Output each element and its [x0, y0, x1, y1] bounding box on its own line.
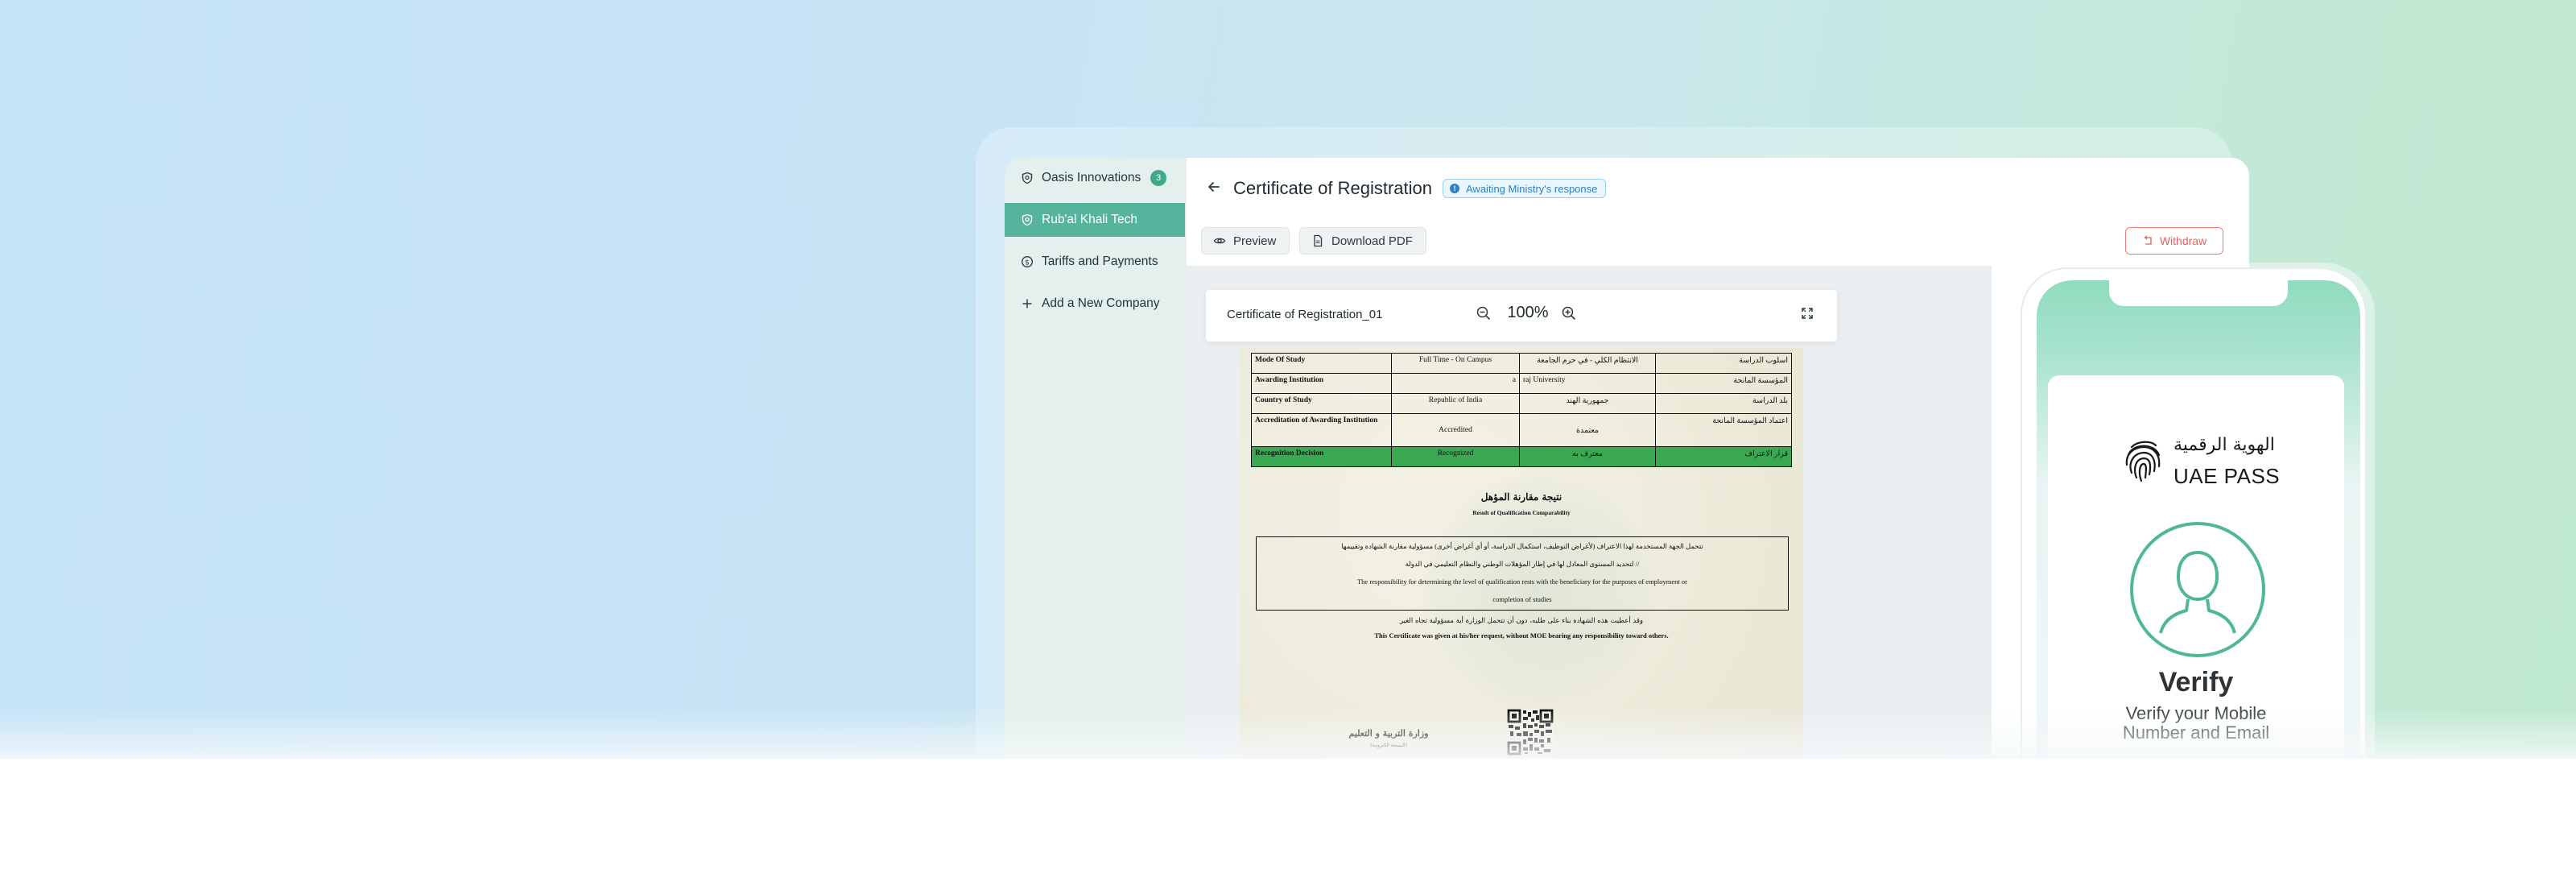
table-cell: اعتماد المؤسسة المانحة — [1655, 413, 1792, 447]
eye-icon — [1213, 234, 1226, 247]
table-cell: Country of Study — [1251, 393, 1392, 414]
responsibility-box: تتحمل الجهة المستخدمة لهذا الاعتراف (لأغ… — [1256, 536, 1789, 611]
note-ar: وقد أعطيت هذه الشهادة بناء على طلبه، دون… — [1399, 617, 1644, 625]
dollar-icon: $ — [1021, 255, 1034, 268]
table-cell: a — [1391, 373, 1520, 394]
table-cell: Full Time - On Campus — [1391, 353, 1520, 374]
phone-notch — [2109, 280, 2288, 306]
zoom-level: 100% — [1507, 304, 1549, 321]
table-cell: Republic of India — [1391, 393, 1520, 414]
plus-icon — [1021, 297, 1034, 310]
table-cell: المؤسسة المانحة — [1655, 373, 1792, 394]
table-cell: Recognition Decision — [1251, 446, 1392, 467]
box-line: The responsibility for determining the l… — [1356, 578, 1687, 586]
expand-icon — [1801, 307, 1814, 324]
document-icon — [1311, 234, 1324, 247]
status-badge: ! Awaiting Ministry's response — [1443, 179, 1607, 198]
table-cell: raj University — [1519, 373, 1656, 394]
table-cell: الانتظام الكلي - في حرم الجامعة — [1519, 353, 1656, 374]
zoom-in-button[interactable] — [1558, 304, 1579, 325]
table-row: Awarding Institution a raj University ال… — [1251, 373, 1792, 394]
table-cell: Awarding Institution — [1251, 373, 1392, 394]
table-row: Recognition Decision Recognized معترف به… — [1251, 446, 1792, 467]
uae-pass-logo-text: UAE PASS — [2174, 464, 2281, 488]
table-cell: معترف به — [1519, 446, 1656, 467]
table-cell: Recognized — [1391, 446, 1520, 467]
ministry-subtitle: (النسخة الكترونية) — [1370, 743, 1407, 748]
result-heading-en: Result of Qualification Comparability — [1472, 509, 1571, 516]
certificate-table: Mode Of Study Full Time - On Campus الان… — [1251, 353, 1792, 467]
table-cell: جمهورية الهند — [1519, 393, 1656, 414]
arrow-left-icon — [1207, 180, 1221, 198]
verify-subtitle: Verify your Mobile Number and Email — [2048, 704, 2344, 743]
table-cell: قرار الاعتراف — [1655, 446, 1792, 467]
svg-text:$: $ — [1025, 259, 1030, 267]
uae-pass-arabic: الهوية الرقمية — [2174, 435, 2275, 455]
sidebar-item-label: Rub'al Khali Tech — [1042, 213, 1137, 226]
fullscreen-button[interactable] — [1797, 304, 1818, 325]
sidebar-item-tariffs-and-payments[interactable]: $ Tariffs and Payments — [1005, 245, 1185, 279]
box-line: تتحمل الجهة المستخدمة لهذا الاعتراف (لأغ… — [1341, 542, 1703, 550]
sidebar-item-add-company[interactable]: Add a New Company — [1005, 287, 1185, 321]
note-en: This Certificate was given at his/her re… — [1374, 631, 1669, 640]
table-cell: Accredited — [1391, 413, 1520, 447]
download-pdf-button[interactable]: Download PDF — [1299, 227, 1426, 255]
download-label: Download PDF — [1331, 234, 1413, 248]
sidebar: Oasis Innovations 3 Rub'al Khali Tech $ … — [1005, 158, 1187, 759]
shield-icon — [1021, 213, 1034, 226]
sidebar-item-oasis-innovations[interactable]: Oasis Innovations 3 — [1005, 161, 1185, 195]
zoom-out-button[interactable] — [1473, 304, 1494, 325]
box-line: completion of studies — [1492, 595, 1552, 603]
fingerprint-icon — [2125, 441, 2161, 482]
table-row: Accreditation of Awarding Institution Ac… — [1251, 413, 1792, 447]
certificate-page: Mode Of Study Full Time - On Campus الان… — [1240, 348, 1803, 759]
box-line: لتحديد المستوى المعادل لها في إطار المؤه… — [1405, 560, 1640, 568]
verify-title: Verify — [2158, 667, 2234, 698]
sidebar-item-label: Oasis Innovations — [1042, 171, 1141, 184]
table-row: Mode Of Study Full Time - On Campus الان… — [1251, 353, 1792, 374]
table-cell: بلد الدراسة — [1655, 393, 1792, 414]
ministry-name: وزارة التربية و التعليم — [1348, 728, 1429, 739]
info-icon: ! — [1450, 184, 1459, 193]
shield-icon — [1021, 172, 1034, 184]
verify-subtitle-line: Number and Email — [2122, 722, 2270, 743]
preview-button[interactable]: Preview — [1201, 227, 1290, 255]
result-heading-ar: نتيجة مقارنة المؤهل — [1480, 491, 1563, 503]
sidebar-item-label: Add a New Company — [1042, 296, 1160, 310]
withdraw-button[interactable]: Withdraw — [2125, 227, 2223, 255]
table-cell: Mode Of Study — [1251, 353, 1392, 374]
hero-background: Oasis Innovations 3 Rub'al Khali Tech $ … — [0, 0, 2576, 759]
zoom-in-icon — [1561, 305, 1577, 325]
zoom-out-icon — [1476, 305, 1492, 325]
page-title: Certificate of Registration — [1233, 178, 1432, 198]
count-badge: 3 — [1150, 170, 1167, 186]
qr-code — [1507, 709, 1554, 756]
undo-icon — [2142, 235, 2153, 246]
document-name: Certificate of Registration_01 — [1227, 308, 1383, 321]
back-button[interactable] — [1203, 177, 1225, 200]
sidebar-item-label: Tariffs and Payments — [1042, 255, 1158, 268]
table-cell: Accreditation of Awarding Institution — [1251, 413, 1392, 447]
preview-label: Preview — [1233, 234, 1277, 248]
user-avatar-icon — [2130, 522, 2265, 657]
sidebar-item-rubal-khali-tech[interactable]: Rub'al Khali Tech — [1005, 203, 1185, 237]
withdraw-label: Withdraw — [2159, 234, 2207, 247]
table-cell: معتمدة — [1519, 413, 1656, 447]
status-text: Awaiting Ministry's response — [1466, 182, 1598, 195]
table-row: Country of Study Republic of India جمهور… — [1251, 393, 1792, 414]
table-cell: اسلوب الدراسة — [1655, 353, 1792, 374]
verify-subtitle-line: Verify your Mobile — [2125, 703, 2267, 723]
